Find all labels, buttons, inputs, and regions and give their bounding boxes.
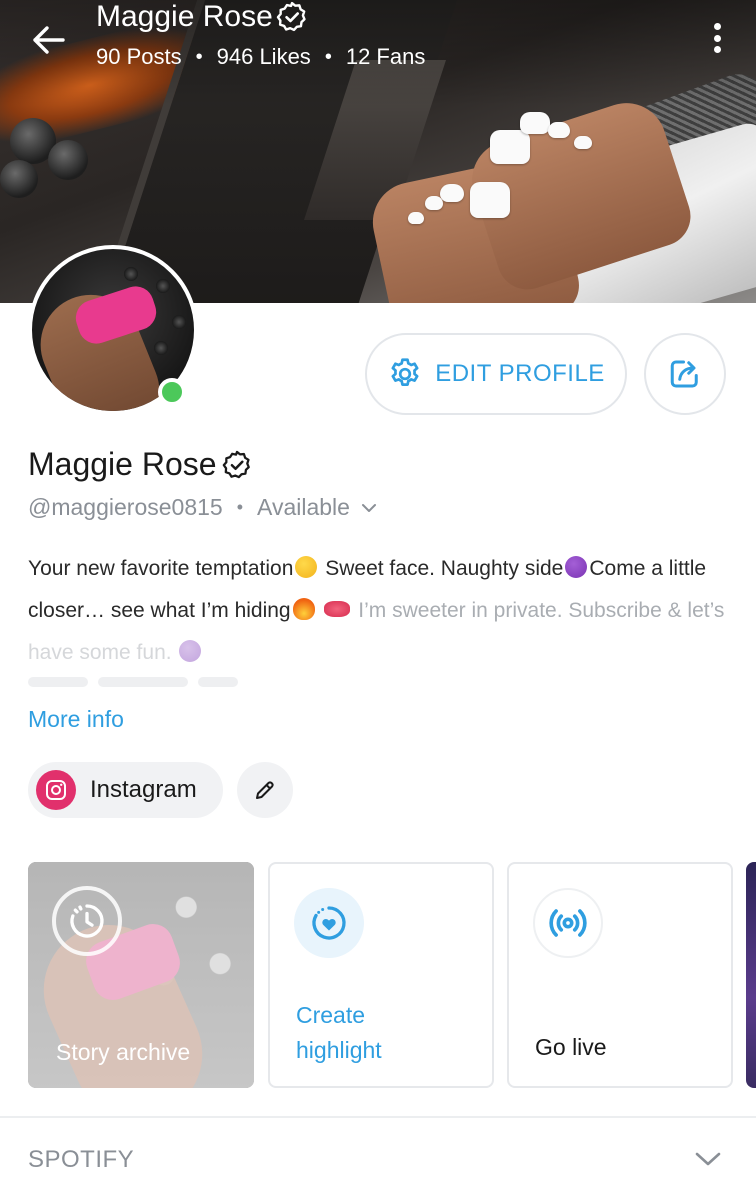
stats-separator: •	[324, 45, 332, 68]
bio-part-4: I’m sweeter in private. Subscribe & let’…	[352, 599, 725, 622]
header-name: Maggie Rose	[96, 0, 273, 33]
verified-badge-icon	[276, 1, 306, 32]
availability-status: Available	[257, 494, 350, 520]
bio-part-2: Sweet face. Naughty side	[319, 557, 564, 580]
next-card-peek[interactable]	[746, 862, 756, 1088]
availability-dropdown[interactable]: Available	[257, 494, 378, 521]
header-stats: 90 Posts • 946 Likes • 12 Fans	[96, 44, 425, 70]
edit-profile-label: EDIT PROFILE	[435, 360, 605, 387]
chevron-down-icon	[695, 1152, 721, 1166]
posts-count: 90 Posts	[96, 44, 182, 69]
edit-profile-button[interactable]: EDIT PROFILE	[365, 333, 627, 415]
arrow-left-icon	[33, 26, 65, 54]
smirk-emoji-icon	[295, 556, 318, 578]
instagram-label: Instagram	[90, 776, 197, 803]
story-archive-label: Story archive	[56, 1039, 191, 1065]
gear-icon	[391, 358, 419, 386]
share-icon	[670, 360, 698, 388]
more-vertical-icon[interactable]	[702, 20, 732, 56]
header-title: Maggie Rose	[96, 0, 309, 34]
share-button[interactable]	[644, 333, 726, 415]
chevron-down-icon	[361, 503, 376, 512]
username-handle: @maggierose0815	[28, 494, 223, 520]
create-highlight-label: Create highlight	[296, 1002, 382, 1063]
instagram-icon	[36, 770, 76, 810]
top-bar: Maggie Rose 90 Posts • 946 Likes • 12 Fa…	[0, 0, 756, 90]
more-info-link[interactable]: More info	[28, 706, 124, 733]
handle-row: @maggierose0815 • Available	[28, 494, 378, 521]
bio-part-1: Your new favorite temptation	[28, 557, 294, 580]
clock-history-icon	[52, 886, 122, 956]
bio-text: Your new favorite temptation Sweet face.…	[28, 548, 728, 674]
story-archive-card[interactable]: Story archive	[28, 862, 254, 1088]
fans-count: 12 Fans	[345, 44, 426, 69]
likes-count: 946 Likes	[216, 44, 311, 69]
edit-social-links-button[interactable]	[237, 762, 293, 818]
go-live-label: Go live	[535, 1034, 607, 1060]
go-live-card[interactable]: Go live	[507, 862, 733, 1088]
stats-separator: •	[195, 45, 203, 68]
heart-circle-icon	[294, 888, 364, 958]
display-name: Maggie Rose	[28, 446, 253, 483]
profile-name: Maggie Rose	[28, 446, 217, 482]
bio-part-5: have some fun.	[28, 641, 178, 664]
bio-fade-overflow	[28, 674, 728, 696]
create-highlight-card[interactable]: Create highlight	[268, 862, 494, 1088]
handle-separator: •	[236, 497, 244, 517]
broadcast-icon	[533, 888, 603, 958]
pencil-icon	[256, 781, 274, 799]
online-status-indicator	[158, 378, 186, 406]
back-button[interactable]	[26, 20, 70, 60]
fire-emoji-icon	[292, 598, 315, 620]
kiss-emoji-icon	[324, 601, 351, 617]
devil-emoji-icon	[179, 640, 202, 662]
verified-badge-icon	[222, 450, 250, 478]
spotify-label: SPOTIFY	[28, 1146, 135, 1173]
devil-emoji-icon	[565, 556, 588, 578]
spotify-section[interactable]: SPOTIFY	[0, 1118, 756, 1200]
instagram-link[interactable]: Instagram	[28, 762, 223, 818]
